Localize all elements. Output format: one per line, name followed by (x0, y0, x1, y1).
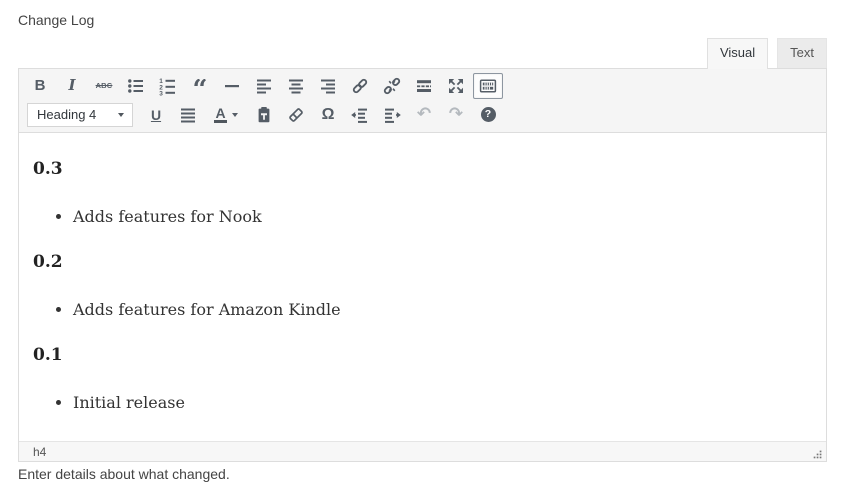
toolbar-toggle-button[interactable] (473, 73, 503, 99)
more-tag-button[interactable] (409, 73, 439, 99)
special-character-icon: Ω (322, 107, 335, 123)
version-heading: 0.2 (33, 252, 812, 273)
blockquote-icon: “ (193, 79, 208, 92)
fullscreen-icon (446, 76, 466, 96)
numbered-list-icon: 123 (158, 76, 178, 96)
align-left-button[interactable] (249, 73, 279, 99)
bold-icon: B (35, 78, 46, 93)
italic-icon: I (68, 78, 75, 93)
svg-text:3: 3 (159, 90, 163, 95)
clear-formatting-icon (286, 105, 306, 125)
strikethrough-button[interactable]: ABC (89, 73, 119, 99)
change-item: Adds features for Nook (73, 206, 812, 227)
change-item: Initial release (73, 392, 812, 413)
change-log-metabox: Change Log Visual Text B I ABC 123 “ Heading … (0, 0, 845, 482)
bulleted-list-icon (126, 76, 146, 96)
align-right-icon (318, 76, 338, 96)
chevron-down-icon (118, 113, 124, 117)
paragraph-format-value: Heading 4 (37, 107, 96, 122)
redo-icon: ↷ (449, 106, 463, 123)
paste-as-text-button[interactable] (249, 102, 279, 128)
align-right-button[interactable] (313, 73, 343, 99)
underline-icon: U (151, 108, 161, 122)
tab-visual[interactable]: Visual (707, 38, 768, 69)
strikethrough-icon: ABC (96, 82, 113, 90)
paragraph-format-dropdown[interactable]: Heading 4 (27, 103, 133, 127)
version-heading: 0.1 (33, 345, 812, 366)
horizontal-rule-button[interactable] (217, 73, 247, 99)
resize-handle-icon[interactable] (813, 450, 822, 461)
changes-list: Initial release (33, 392, 812, 413)
redo-button[interactable]: ↷ (441, 102, 471, 128)
help-icon: ? (481, 107, 496, 122)
text-color-icon: A (214, 107, 226, 123)
bulleted-list-button[interactable] (121, 73, 151, 99)
decrease-indent-icon (350, 105, 370, 125)
increase-indent-button[interactable] (377, 102, 407, 128)
undo-button[interactable]: ↶ (409, 102, 439, 128)
toolbar-toggle-icon (478, 76, 498, 96)
paste-as-text-icon (254, 105, 274, 125)
editor-toolbar: B I ABC 123 “ Heading 4 U A Ω ↶ ↷? (19, 69, 826, 133)
more-tag-icon (414, 76, 434, 96)
text-color-button[interactable]: A (205, 102, 247, 128)
helper-text: Enter details about what changed. (18, 466, 827, 482)
special-character-button[interactable]: Ω (313, 102, 343, 128)
undo-icon: ↶ (417, 106, 431, 123)
fullscreen-button[interactable] (441, 73, 471, 99)
justify-icon (178, 105, 198, 125)
version-heading: 0.3 (33, 159, 812, 180)
bold-button[interactable]: B (25, 73, 55, 99)
editor-mode-tabs: Visual Text (18, 38, 827, 68)
justify-button[interactable] (173, 102, 203, 128)
toolbar-row-2: Heading 4 U A Ω ↶ ↷? (24, 100, 821, 129)
help-button[interactable]: ? (473, 102, 503, 128)
align-left-icon (254, 76, 274, 96)
horizontal-rule-icon (222, 76, 242, 96)
changes-list: Adds features for Nook (33, 206, 812, 227)
editor-content-area[interactable]: 0.3 Adds features for Nook 0.2 Adds feature… (19, 133, 826, 441)
italic-button[interactable]: I (57, 73, 87, 99)
field-label: Change Log (18, 13, 827, 28)
text-color-icon (232, 113, 238, 117)
insert-link-button[interactable] (345, 73, 375, 99)
numbered-list-button[interactable]: 123 (153, 73, 183, 99)
changes-list: Adds features for Amazon Kindle (33, 299, 812, 320)
align-center-icon (286, 76, 306, 96)
change-item: Adds features for Amazon Kindle (73, 299, 812, 320)
editor-statusbar: h4 (19, 441, 826, 461)
underline-button[interactable]: U (141, 102, 171, 128)
blockquote-button[interactable]: “ (185, 73, 215, 99)
element-path: h4 (33, 445, 46, 459)
decrease-indent-button[interactable] (345, 102, 375, 128)
remove-link-icon (382, 76, 402, 96)
wysiwyg-editor: B I ABC 123 “ Heading 4 U A Ω ↶ ↷? 0.3 Adds featu… (18, 68, 827, 462)
increase-indent-icon (382, 105, 402, 125)
clear-formatting-button[interactable] (281, 102, 311, 128)
tab-text[interactable]: Text (777, 38, 827, 68)
remove-link-button[interactable] (377, 73, 407, 99)
insert-link-icon (350, 76, 370, 96)
toolbar-row-1: B I ABC 123 “ (24, 71, 821, 100)
align-center-button[interactable] (281, 73, 311, 99)
